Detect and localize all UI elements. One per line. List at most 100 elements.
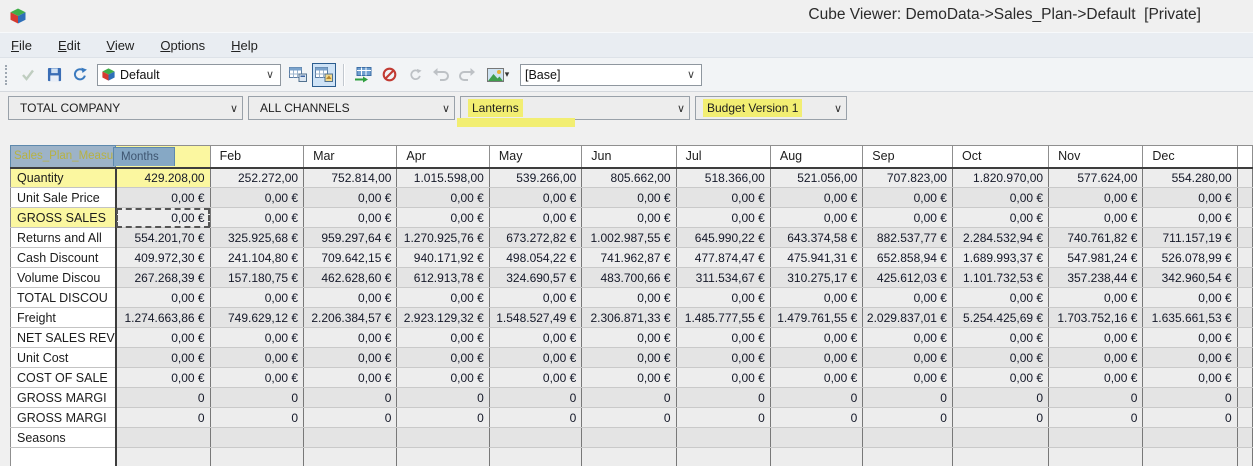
grid-cell[interactable]: 0 (116, 388, 210, 408)
grid-cell[interactable]: 1.485.777,55 € (676, 308, 770, 328)
grid-cell[interactable]: 652.858,94 € (863, 248, 953, 268)
grid-cell[interactable]: 643.374,58 € (770, 228, 862, 248)
grid-cell[interactable]: 498.054,22 € (489, 248, 581, 268)
grid-cell[interactable]: 475.941,31 € (770, 248, 862, 268)
grid-cell[interactable]: 0,00 € (489, 328, 581, 348)
grid-cell[interactable]: 0,00 € (116, 188, 210, 208)
grid-cell[interactable]: 1.548.527,49 € (489, 308, 581, 328)
grid-cell[interactable]: 0,00 € (863, 188, 953, 208)
grid-cell[interactable]: 342.960,54 € (1143, 268, 1237, 288)
grid-cell[interactable]: 0,00 € (582, 328, 676, 348)
grid-cell[interactable] (863, 428, 953, 448)
grid-cell[interactable]: 0 (952, 388, 1048, 408)
grid-cell[interactable]: 0,00 € (116, 328, 210, 348)
grid-cell[interactable] (489, 428, 581, 448)
row-header-returns-and-all[interactable]: Returns and All (11, 228, 116, 248)
grid-cell[interactable]: 0,00 € (304, 368, 397, 388)
menu-edit[interactable]: Edit (58, 38, 80, 53)
menu-file[interactable]: File (11, 38, 32, 53)
column-header-jun[interactable]: Jun (582, 146, 676, 168)
grid-cell[interactable]: 518.366,00 (676, 168, 770, 188)
grid-cell[interactable]: 0 (116, 408, 210, 428)
grid-cell[interactable]: 539.266,00 (489, 168, 581, 188)
grid-cell[interactable]: 0,00 € (863, 288, 953, 308)
row-header-gross-margi[interactable]: GROSS MARGI (11, 388, 116, 408)
column-header-aug[interactable]: Aug (770, 146, 862, 168)
grid-cell[interactable]: 0 (304, 388, 397, 408)
slice-to-excel-button[interactable] (351, 63, 375, 87)
grid-cell[interactable]: 0,00 € (1143, 208, 1237, 228)
grid-cell[interactable]: 0 (210, 408, 304, 428)
grid-cell[interactable]: 521.056,00 (770, 168, 862, 188)
grid-cell[interactable]: 0,00 € (397, 348, 489, 368)
grid-cell[interactable]: 0 (582, 388, 676, 408)
column-header-apr[interactable]: Apr (397, 146, 489, 168)
grid-cell[interactable]: 554.201,70 € (116, 228, 210, 248)
grid-cell[interactable]: 0,00 € (676, 348, 770, 368)
grid-cell[interactable]: 1.479.761,55 € (770, 308, 862, 328)
toolbar-grip[interactable] (5, 65, 9, 85)
set-selector[interactable]: [Base] ∨ (520, 64, 702, 86)
dimension-select-total-company[interactable]: TOTAL COMPANY∨ (8, 96, 243, 120)
grid-cell[interactable]: 0,00 € (1049, 288, 1143, 308)
grid-cell[interactable]: 0 (1143, 388, 1237, 408)
grid-cell[interactable]: 0,00 € (1143, 188, 1237, 208)
grid-cell[interactable]: 0,00 € (952, 288, 1048, 308)
recalculate-button[interactable] (68, 63, 92, 87)
grid-cell[interactable]: 1.015.598,00 (397, 168, 489, 188)
grid-cell[interactable]: 940.171,92 € (397, 248, 489, 268)
row-header-gross-sales[interactable]: GROSS SALES (11, 208, 116, 228)
column-header-oct[interactable]: Oct (952, 146, 1048, 168)
row-header-unit-sale-price[interactable]: Unit Sale Price (11, 188, 116, 208)
grid-cell[interactable]: 0,00 € (210, 288, 304, 308)
dimension-select-all-channels[interactable]: ALL CHANNELS∨ (248, 96, 455, 120)
column-header-jul[interactable]: Jul (676, 146, 770, 168)
row-header-cash-discount[interactable]: Cash Discount (11, 248, 116, 268)
grid-cell[interactable]: 0,00 € (1143, 348, 1237, 368)
grid-cell[interactable]: 0,00 € (210, 188, 304, 208)
grid-cell[interactable]: 0 (676, 408, 770, 428)
grid-cell[interactable]: 0,00 € (770, 328, 862, 348)
grid-cell[interactable]: 0,00 € (304, 348, 397, 368)
grid-cell[interactable]: 483.700,66 € (582, 268, 676, 288)
column-header-sep[interactable]: Sep (863, 146, 953, 168)
grid-cell[interactable]: 0,00 € (770, 208, 862, 228)
grid-cell[interactable]: 0,00 € (397, 188, 489, 208)
column-header-may[interactable]: May (489, 146, 581, 168)
grid-cell[interactable]: 0,00 € (676, 188, 770, 208)
grid-cell[interactable]: 2.306.871,33 € (582, 308, 676, 328)
grid-cell[interactable]: 0,00 € (1049, 208, 1143, 228)
grid-cell[interactable]: 0,00 € (210, 208, 304, 228)
grid-cell[interactable]: 0,00 € (304, 328, 397, 348)
grid-cell[interactable]: 0 (210, 388, 304, 408)
row-header-net-sales-rev[interactable]: NET SALES REV (11, 328, 116, 348)
grid-cell[interactable]: 0 (1049, 408, 1143, 428)
row-header-seasons[interactable]: Seasons (11, 428, 116, 448)
grid-cell[interactable]: 740.761,82 € (1049, 228, 1143, 248)
grid-cell[interactable]: 0,00 € (397, 368, 489, 388)
column-header-dec[interactable]: Dec (1143, 146, 1237, 168)
grid-cell[interactable]: 0 (863, 408, 953, 428)
column-header-feb[interactable]: Feb (210, 146, 304, 168)
grid-cell[interactable]: 0,00 € (116, 368, 210, 388)
grid-cell[interactable]: 0,00 € (397, 208, 489, 228)
grid-cell[interactable]: 741.962,87 € (582, 248, 676, 268)
grid-cell[interactable]: 959.297,64 € (304, 228, 397, 248)
grid-cell[interactable]: 0,00 € (863, 208, 953, 228)
grid-cell[interactable]: 709.642,15 € (304, 248, 397, 268)
grid-cell[interactable]: 1.820.970,00 (952, 168, 1048, 188)
grid-cell[interactable]: 0,00 € (770, 368, 862, 388)
grid-cell[interactable] (676, 428, 770, 448)
grid-cell[interactable]: 0,00 € (952, 368, 1048, 388)
grid-cell[interactable]: 0,00 € (1049, 328, 1143, 348)
grid-cell[interactable]: 0,00 € (397, 288, 489, 308)
grid-cell[interactable]: 0 (1049, 388, 1143, 408)
export-image-button[interactable]: ▾ (481, 63, 515, 87)
grid-cell[interactable]: 0,00 € (1049, 188, 1143, 208)
grid-cell[interactable]: 0,00 € (676, 208, 770, 228)
grid-cell[interactable]: 0,00 € (582, 288, 676, 308)
grid-cell[interactable]: 0,00 € (304, 208, 397, 228)
grid-cell[interactable]: 0,00 € (863, 368, 953, 388)
grid-cell[interactable]: 0,00 € (1049, 348, 1143, 368)
menu-options[interactable]: Options (160, 38, 205, 53)
